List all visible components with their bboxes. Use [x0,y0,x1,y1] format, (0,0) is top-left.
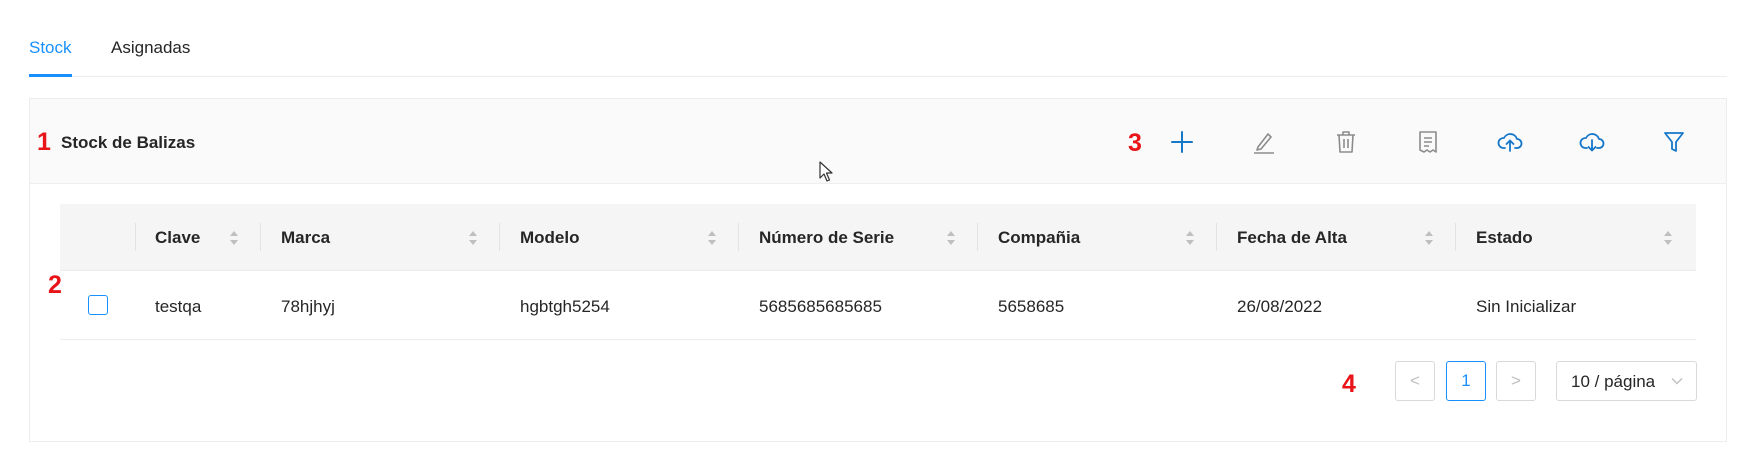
column-separator [977,223,978,251]
card-header: Stock de Balizas [30,99,1726,184]
cloud-upload-icon [1497,133,1523,152]
sort-icon[interactable] [706,228,718,248]
row-checkbox[interactable] [88,295,108,315]
annotation-4: 4 [1342,370,1356,398]
filter-icon [1664,132,1684,152]
column-separator [499,223,500,251]
table-row[interactable]: testqa 78hjhyj hgbtgh5254 5685685685685 … [60,271,1696,340]
tabs-bar: Stock Asignadas [29,0,1727,77]
column-header-modelo[interactable]: Modelo [520,228,580,248]
sort-icon[interactable] [1662,228,1674,248]
annotation-1: 1 [37,128,51,156]
column-header-clave[interactable]: Clave [155,228,200,248]
cell-fecha-alta: 26/08/2022 [1237,297,1323,316]
tab-active-indicator [29,74,72,77]
column-header-compania[interactable]: Compañia [998,228,1080,248]
cell-marca: 78hjhyj [281,297,335,316]
delete-button[interactable] [1328,124,1364,160]
table-header: Clave Marca Modelo Número de Serie Compa… [60,204,1696,271]
sort-icon[interactable] [1184,228,1196,248]
edit-icon [1254,133,1274,154]
column-header-marca[interactable]: Marca [281,228,330,248]
cell-estado: Sin Inicializar [1476,297,1577,316]
chevron-down-icon [1671,378,1683,385]
sort-icon[interactable] [1423,228,1435,248]
cell-compania: 5658685 [998,297,1065,316]
column-separator [135,223,136,251]
sort-icon[interactable] [228,228,240,248]
cell-modelo: hgbtgh5254 [520,297,610,316]
tab-stock[interactable]: Stock [29,38,72,58]
column-header-fecha-alta[interactable]: Fecha de Alta [1237,228,1347,248]
annotation-3: 3 [1128,129,1142,157]
column-separator [260,223,261,251]
sort-icon[interactable] [945,228,957,248]
tab-asignadas[interactable]: Asignadas [111,38,190,58]
card-title: Stock de Balizas [61,133,196,152]
cell-numero-serie: 5685685685685 [759,297,882,316]
report-button[interactable] [1410,124,1446,160]
cloud-download-icon [1579,133,1605,152]
column-separator [1216,223,1217,251]
cell-clave: testqa [155,297,202,316]
page-size-value: 10 / página [1571,372,1656,391]
edit-button[interactable] [1246,124,1282,160]
column-separator [1455,223,1456,251]
upload-button[interactable] [1492,124,1528,160]
delete-icon [1337,131,1355,153]
pagination-page-1[interactable]: 1 [1446,361,1486,401]
report-icon [1419,131,1437,153]
pagination-prev-button[interactable]: < [1395,361,1435,401]
sort-icon[interactable] [467,228,479,248]
download-button[interactable] [1574,124,1610,160]
add-button[interactable] [1164,124,1200,160]
page-size-select[interactable]: 10 / página [1556,361,1697,401]
column-header-estado[interactable]: Estado [1476,228,1533,248]
column-separator [738,223,739,251]
mouse-cursor-icon [819,161,833,182]
filter-button[interactable] [1656,124,1692,160]
plus-icon [1171,131,1193,153]
pagination-next-button[interactable]: > [1496,361,1536,401]
column-header-numero-serie[interactable]: Número de Serie [759,228,894,248]
